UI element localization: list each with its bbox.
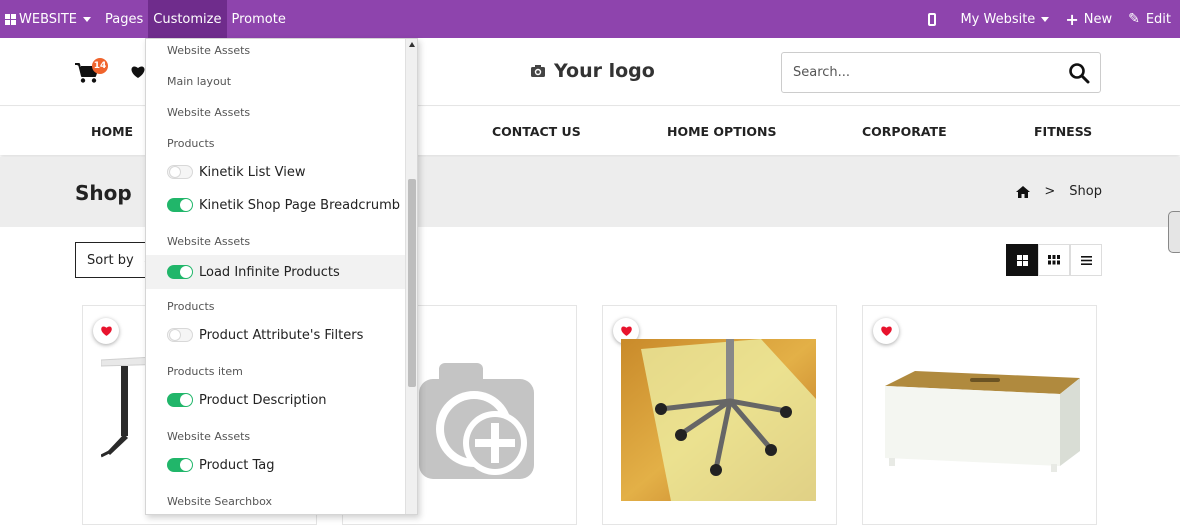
promote-menu[interactable]: Promote: [227, 0, 291, 38]
website-switcher-label: My Website: [960, 11, 1036, 27]
plus-icon: +: [1065, 9, 1079, 29]
dropdown-scroll-thumb[interactable]: [408, 179, 416, 387]
logo-text: Your logo: [554, 60, 655, 82]
pages-menu[interactable]: Pages: [100, 0, 148, 38]
grid-large-view-button[interactable]: [1006, 244, 1038, 276]
menu-section-header: Website Assets: [167, 234, 251, 248]
chevron-down-icon: [1041, 16, 1050, 22]
nav-item-home-options[interactable]: HOME OPTIONS: [667, 124, 776, 139]
cart-count-badge: 14: [92, 58, 108, 74]
list-icon: [1080, 255, 1092, 265]
wishlist-heart-icon[interactable]: [130, 64, 146, 80]
page-title: Shop: [75, 181, 132, 205]
menu-section-header: Products item: [167, 364, 243, 378]
menu-option-product-attribute-filters[interactable]: Product Attribute's Filters: [146, 322, 406, 348]
breadcrumb-current: Shop: [1069, 184, 1102, 199]
product-card[interactable]: [862, 305, 1097, 525]
heart-icon: [100, 326, 112, 336]
search-box: [781, 52, 1101, 93]
toggle-switch[interactable]: [167, 165, 193, 179]
camera-icon: [531, 65, 545, 77]
edit-button[interactable]: ✎ Edit: [1123, 0, 1176, 38]
customize-dropdown-menu: Website Assets Main layout Website Asset…: [145, 38, 418, 515]
add-to-wishlist-button[interactable]: [93, 318, 119, 344]
website-switcher[interactable]: My Website: [955, 0, 1054, 38]
page-scroll-handle[interactable]: [1168, 211, 1180, 253]
menu-option-label: Product Description: [199, 392, 327, 408]
heart-icon: [620, 326, 632, 336]
nav-item-contact-us[interactable]: CONTACT US: [492, 124, 581, 139]
menu-section-header: Products: [167, 136, 215, 150]
menu-option-label: Product Tag: [199, 457, 275, 473]
site-logo[interactable]: Your logo: [530, 60, 655, 82]
toggle-switch[interactable]: [167, 328, 193, 342]
website-menu[interactable]: WEBSITE: [0, 0, 96, 38]
website-admin-bar: WEBSITE Pages Customize Promote My Websi…: [0, 0, 1180, 38]
dropdown-scrollbar[interactable]: [405, 39, 417, 514]
menu-section-header: Main layout: [167, 74, 232, 88]
list-view-button[interactable]: [1070, 244, 1102, 276]
menu-option-kinetik-shop-page-breadcrumb[interactable]: Kinetik Shop Page Breadcrumb: [146, 192, 406, 218]
image-placeholder-icon: [419, 363, 534, 479]
toggle-switch[interactable]: [167, 198, 193, 212]
nav-item-home[interactable]: HOME: [91, 124, 133, 139]
menu-section-header: Website Assets: [167, 105, 251, 119]
scroll-up-arrow-icon[interactable]: [409, 42, 415, 47]
menu-section-header: Website Assets: [167, 43, 251, 57]
search-icon[interactable]: [1068, 62, 1090, 84]
apps-grid-icon: [5, 13, 16, 25]
menu-option-load-infinite-products[interactable]: Load Infinite Products: [146, 255, 406, 289]
mobile-icon: [928, 12, 937, 26]
menu-option-kinetik-list-view[interactable]: Kinetik List View: [146, 159, 406, 185]
breadcrumb-separator: >: [1044, 184, 1056, 199]
website-menu-label: WEBSITE: [19, 11, 77, 27]
new-button[interactable]: + New: [1060, 0, 1117, 38]
menu-option-product-tag[interactable]: Product Tag: [146, 452, 406, 478]
product-card[interactable]: [602, 305, 837, 525]
toggle-switch[interactable]: [167, 393, 193, 407]
product-image-chair-mat: [621, 339, 816, 501]
nav-item-corporate[interactable]: CORPORATE: [862, 124, 947, 139]
pencil-icon: ✎: [1128, 11, 1140, 27]
grid-small-icon: [1048, 255, 1060, 265]
menu-section-header: Website Searchbox: [167, 494, 273, 508]
toggle-switch[interactable]: [167, 458, 193, 472]
edit-button-label: Edit: [1145, 11, 1171, 27]
chevron-down-icon: [83, 16, 91, 22]
new-button-label: New: [1083, 11, 1113, 27]
menu-option-label: Kinetik List View: [199, 164, 306, 180]
menu-section-header: Products: [167, 299, 215, 313]
menu-option-label: Product Attribute's Filters: [199, 327, 364, 343]
grid-large-icon: [1016, 254, 1028, 266]
menu-option-product-description[interactable]: Product Description: [146, 387, 406, 413]
toggle-switch[interactable]: [167, 265, 193, 279]
view-switcher: [1006, 244, 1102, 276]
breadcrumb: > Shop: [1016, 184, 1102, 199]
customize-menu[interactable]: Customize: [148, 0, 227, 38]
nav-item-fitness[interactable]: FITNESS: [1034, 124, 1092, 139]
mobile-preview-button[interactable]: [923, 0, 955, 38]
grid-small-view-button[interactable]: [1038, 244, 1070, 276]
menu-option-label: Kinetik Shop Page Breadcrumb: [199, 197, 401, 213]
add-to-wishlist-button[interactable]: [873, 318, 899, 344]
menu-option-label: Load Infinite Products: [199, 264, 340, 280]
heart-icon: [880, 326, 892, 336]
home-icon[interactable]: [1016, 185, 1031, 198]
search-input[interactable]: [782, 53, 1068, 92]
menu-section-header: Website Assets: [167, 429, 251, 443]
product-image-storage-box: [885, 371, 1080, 472]
sort-by-label: Sort by: [87, 253, 134, 268]
